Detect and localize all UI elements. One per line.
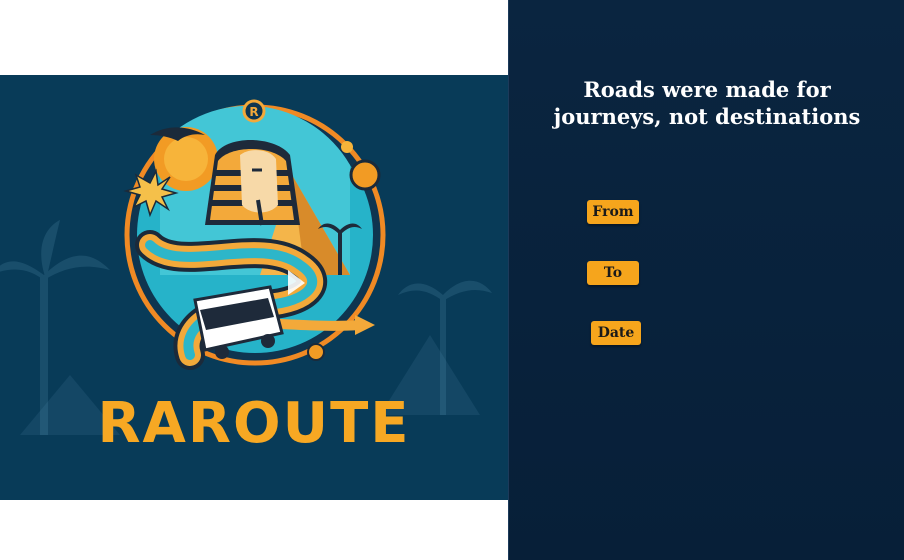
emblem-letter: R (249, 105, 258, 119)
tagline-line-2: journeys, not destinations (553, 104, 861, 129)
emblem-badge: R (242, 99, 266, 123)
booking-panel: Roads were made for journeys, not destin… (508, 0, 904, 560)
to-button[interactable]: To (587, 261, 639, 285)
brand-name: RAROUTE (97, 391, 411, 456)
hero-panel: R RAROUTE (0, 75, 508, 500)
pharaoh-icon (205, 140, 300, 226)
tagline-line-1: Roads were made for (583, 77, 831, 102)
from-button[interactable]: From (587, 200, 639, 224)
date-button[interactable]: Date (591, 321, 641, 345)
tagline: Roads were made for journeys, not destin… (509, 76, 904, 130)
